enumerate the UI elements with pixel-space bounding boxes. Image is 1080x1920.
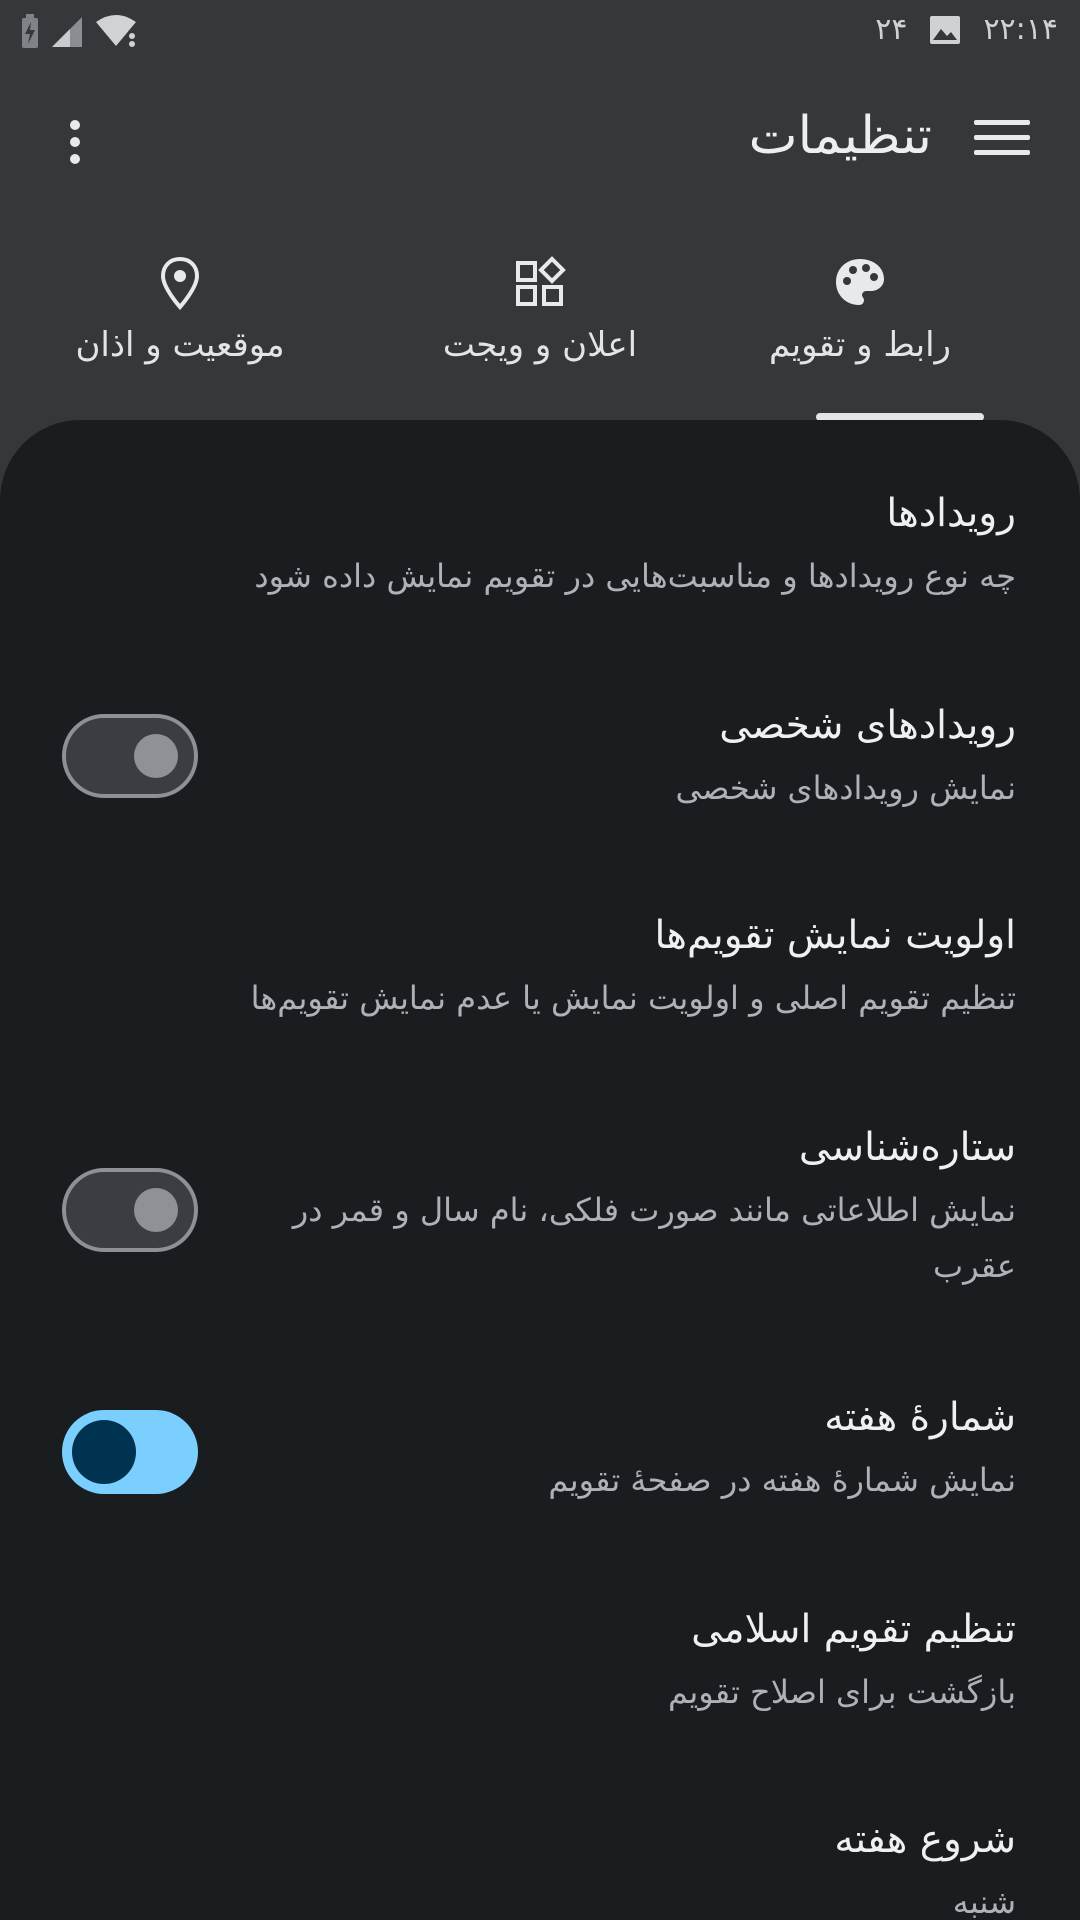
setting-title: رویدادهای شخصی (719, 703, 1016, 748)
status-icons-left (20, 14, 138, 50)
tab-label: موقعیت و اذان (75, 325, 285, 365)
setting-personal-events[interactable]: رویدادهای شخصی نمایش رویدادهای شخصی (196, 698, 1016, 816)
week-number-toggle[interactable] (62, 1410, 198, 1494)
setting-subtitle: نمایش رویدادهای شخصی (675, 769, 1016, 807)
setting-calendar-priority[interactable]: اولویت نمایش تقویم‌ها تنظیم تقویم اصلی و… (196, 908, 1016, 1026)
setting-title: اولویت نمایش تقویم‌ها (654, 913, 1017, 958)
hamburger-menu-icon[interactable] (974, 120, 1030, 166)
setting-title: رویدادها (886, 491, 1016, 536)
page-title: تنظیمات (748, 106, 932, 166)
setting-subtitle: بازگشت برای اصلاح تقویم (668, 1673, 1016, 1711)
widgets-icon (516, 256, 566, 306)
status-bar: ۲۴ ۲۲:۱۴ (0, 0, 1080, 64)
setting-subtitle: نمایش شمارهٔ هفته در صفحهٔ تقویم (548, 1461, 1016, 1499)
setting-week-number[interactable]: شمارهٔ هفته نمایش شمارهٔ هفته در صفحهٔ ت… (196, 1390, 1016, 1508)
setting-subtitle: چه نوع رویدادها و مناسبت‌هایی در تقویم ن… (254, 557, 1016, 595)
setting-subtitle: نمایش اطلاعاتی مانند صورت فلکی، نام سال … (292, 1191, 1016, 1285)
setting-title: شمارهٔ هفته (824, 1395, 1016, 1440)
astronomy-toggle[interactable] (62, 1168, 198, 1252)
setting-events[interactable]: رویدادها چه نوع رویدادها و مناسبت‌هایی د… (196, 486, 1016, 604)
status-time: ۲۲:۱۴ (983, 12, 1058, 47)
tab-notification-widget[interactable]: اعلان و ویجت (370, 245, 710, 420)
image-icon (930, 15, 961, 44)
signal-icon (52, 17, 82, 47)
tab-label: رابط و تقویم (769, 325, 951, 365)
location-pin-icon (160, 256, 200, 310)
setting-subtitle: شنبه (952, 1883, 1016, 1920)
setting-title: ستاره‌شناسی (798, 1125, 1016, 1170)
status-date: ۲۴ (875, 12, 908, 47)
more-options-icon[interactable] (60, 120, 90, 172)
setting-islamic-calendar[interactable]: تنظیم تقویم اسلامی بازگشت برای اصلاح تقو… (196, 1602, 1016, 1720)
setting-astronomy[interactable]: ستاره‌شناسی نمایش اطلاعاتی مانند صورت فل… (196, 1120, 1016, 1294)
app-bar: تنظیمات (0, 70, 1080, 220)
personal-events-toggle[interactable] (62, 714, 198, 798)
setting-title: شروع هفته (834, 1817, 1016, 1862)
tab-bar: رابط و تقویم اعلان و ویجت موقعیت و اذان (0, 245, 1080, 420)
setting-subtitle: تنظیم تقویم اصلی و اولویت نمایش یا عدم ن… (250, 979, 1016, 1017)
battery-charging-icon (22, 14, 38, 48)
tab-interface-calendar[interactable]: رابط و تقویم (690, 245, 1030, 420)
setting-title: تنظیم تقویم اسلامی (691, 1607, 1016, 1652)
status-icons-right: ۲۴ ۲۲:۱۴ (875, 12, 1058, 47)
settings-sheet: رویدادها چه نوع رویدادها و مناسبت‌هایی د… (0, 420, 1080, 1920)
setting-week-start[interactable]: شروع هفته شنبه (196, 1812, 1016, 1920)
tab-label: اعلان و ویجت (442, 325, 638, 365)
palette-icon (836, 259, 884, 305)
tab-location-azan[interactable]: موقعیت و اذان (10, 245, 350, 420)
wifi-icon (96, 15, 136, 47)
